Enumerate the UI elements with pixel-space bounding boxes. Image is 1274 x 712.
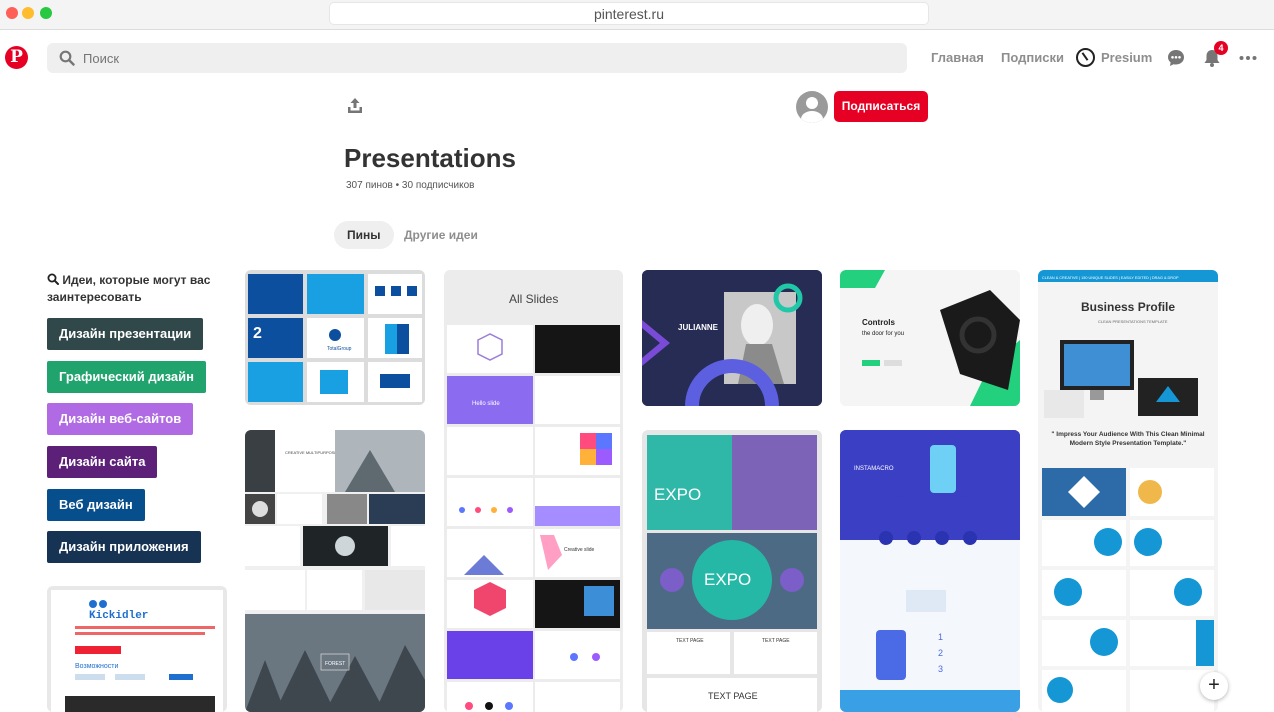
- search-icon: [47, 273, 59, 285]
- pin-expo[interactable]: EXPO EXPO TEXT PAGE TEXT PAGE TEXT PAGE: [642, 430, 822, 712]
- address-bar[interactable]: pinterest.ru: [329, 2, 929, 25]
- profile-avatar-icon[interactable]: [1076, 48, 1095, 67]
- forest-label: FOREST: [325, 661, 345, 667]
- pin-expo-image: EXPO EXPO TEXT PAGE TEXT PAGE TEXT PAGE: [647, 435, 817, 712]
- expo-title-2: EXPO: [704, 570, 751, 589]
- browser-chrome: pinterest.ru: [0, 0, 1274, 30]
- pin-kickidler-image: Kickidler Возможности: [51, 590, 223, 712]
- pin-business-image: CLEAN & CREATIVE | 150 UNIQUE SLIDES | E…: [1038, 270, 1218, 712]
- pin-instamacro[interactable]: INSTAMACRO 1 2 3: [840, 430, 1020, 712]
- julianne-name: JULIANNE: [678, 323, 719, 332]
- share-icon[interactable]: [345, 96, 365, 116]
- pin-totalgroup[interactable]: 2 TotalGroup: [245, 270, 425, 405]
- nav-home-link[interactable]: Главная: [931, 50, 984, 65]
- pin-controls[interactable]: Controls the door for you: [840, 270, 1020, 406]
- pin-totalgroup-image: 2 TotalGroup: [248, 274, 422, 402]
- board-title: Presentations: [344, 143, 516, 173]
- instamacro-step-3: 3: [938, 664, 943, 674]
- business-quote: " Impress Your Audience With This Clean …: [1051, 431, 1205, 447]
- pin-creative-image: CREATIVE MULTIPURPOSE TEMPLATE FOREST: [245, 430, 425, 712]
- all-slides-title: All Slides: [509, 292, 558, 306]
- business-subtitle: CLEAN PRESENTATIONS TEMPLATE: [1098, 319, 1168, 324]
- totalgroup-brand: TotalGroup: [327, 346, 352, 352]
- instamacro-step-1: 1: [938, 632, 943, 642]
- minimize-window-button[interactable]: [22, 7, 34, 19]
- pin-instamacro-image: INSTAMACRO 1 2 3: [840, 430, 1020, 712]
- creative-slide-label: Creative slide: [564, 547, 595, 553]
- board-owner-avatar[interactable]: [796, 91, 828, 123]
- search-icon: [59, 50, 75, 66]
- messages-icon[interactable]: [1166, 48, 1186, 68]
- controls-subheading: the door for you: [862, 331, 904, 337]
- kickidler-brand: Kickidler: [89, 610, 148, 622]
- board-stats: 307 пинов • 30 подписчиков: [346, 180, 475, 191]
- nav-profile-link[interactable]: Presium: [1101, 50, 1152, 65]
- ideas-heading: Идеи, которые могут вас заинтересовать: [47, 272, 217, 306]
- hello-slide-label: Hello slide: [472, 401, 500, 407]
- business-title: Business Profile: [1081, 300, 1175, 314]
- more-options-icon[interactable]: [1238, 48, 1258, 68]
- pin-creative-multipurpose[interactable]: CREATIVE MULTIPURPOSE TEMPLATE FOREST: [245, 430, 425, 712]
- search-input[interactable]: [83, 48, 883, 68]
- idea-chip-website-design[interactable]: Дизайн веб-сайтов: [47, 403, 194, 435]
- kickidler-section: Возможности: [75, 663, 118, 670]
- maximize-window-button[interactable]: [40, 7, 52, 19]
- pin-business-profile[interactable]: CLEAN & CREATIVE | 150 UNIQUE SLIDES | E…: [1038, 270, 1218, 712]
- close-window-button[interactable]: [6, 7, 18, 19]
- pinterest-logo[interactable]: P: [5, 46, 28, 69]
- expo-textpage-3: TEXT PAGE: [708, 691, 758, 701]
- search-bar[interactable]: [47, 43, 907, 73]
- idea-chip-site-design[interactable]: Дизайн сайта: [47, 446, 158, 478]
- pin-all-slides[interactable]: All Slides Hello slide Creative slide: [444, 270, 623, 712]
- expo-textpage-1: TEXT PAGE: [676, 638, 704, 644]
- pin-controls-image: Controls the door for you: [840, 270, 1020, 406]
- business-tags: CLEAN & CREATIVE | 150 UNIQUE SLIDES | E…: [1042, 276, 1179, 280]
- pin-all-slides-image: All Slides Hello slide Creative slide: [447, 292, 620, 712]
- instamacro-step-2: 2: [938, 648, 943, 658]
- idea-chip-web-design[interactable]: Веб дизайн: [47, 489, 145, 521]
- add-pin-button[interactable]: +: [1200, 672, 1228, 700]
- idea-chip-graphic-design[interactable]: Графический дизайн: [47, 361, 206, 393]
- nav-following-link[interactable]: Подписки: [1001, 50, 1064, 65]
- idea-chip-presentation-design[interactable]: Дизайн презентации: [47, 318, 204, 350]
- notifications-badge: 4: [1214, 41, 1228, 55]
- tab-more-ideas[interactable]: Другие идеи: [391, 221, 491, 249]
- ideas-heading-text: Идеи, которые могут вас заинтересовать: [47, 273, 211, 304]
- follow-button[interactable]: Подписаться: [834, 91, 928, 122]
- idea-chip-app-design[interactable]: Дизайн приложения: [47, 531, 201, 563]
- totalgroup-number: 2: [253, 325, 262, 342]
- instamacro-title: INSTAMACRO: [854, 466, 894, 472]
- expo-textpage-2: TEXT PAGE: [762, 638, 790, 644]
- controls-heading: Controls: [862, 318, 895, 327]
- pin-kickidler[interactable]: Kickidler Возможности: [47, 586, 227, 712]
- pin-julianne[interactable]: JULIANNE: [642, 270, 822, 406]
- expo-title-1: EXPO: [654, 485, 701, 504]
- pin-julianne-image: JULIANNE: [642, 270, 822, 406]
- tab-pins[interactable]: Пины: [334, 221, 394, 249]
